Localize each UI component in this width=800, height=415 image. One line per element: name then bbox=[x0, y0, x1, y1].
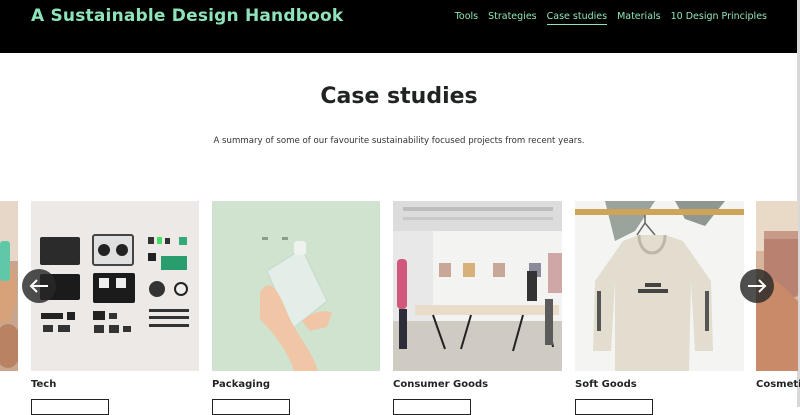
case-label-packaging: Packaging bbox=[212, 379, 270, 390]
case-label-soft-goods: Soft Goods bbox=[575, 379, 637, 390]
nav-design-principles[interactable]: 10 Design Principles bbox=[671, 11, 767, 25]
case-image-previous bbox=[0, 201, 18, 371]
carousel-prev-button[interactable] bbox=[22, 269, 56, 303]
case-button-tech[interactable] bbox=[31, 399, 109, 415]
case-label-cosmetic: Cosmetic bbox=[756, 379, 800, 390]
main-nav: Tools Strategies Case studies Materials … bbox=[455, 11, 767, 25]
case-button-soft-goods[interactable] bbox=[575, 399, 653, 415]
case-label-consumer-goods: Consumer Goods bbox=[393, 379, 489, 390]
page-summary: A summary of some of our favourite susta… bbox=[213, 136, 585, 146]
page-title: Case studies bbox=[320, 84, 478, 109]
case-image-packaging bbox=[212, 201, 380, 371]
case-button-packaging[interactable] bbox=[212, 399, 290, 415]
nav-tools[interactable]: Tools bbox=[455, 11, 478, 25]
nav-materials[interactable]: Materials bbox=[617, 11, 661, 25]
case-image-consumer-goods bbox=[393, 201, 562, 371]
arrow-right-icon bbox=[748, 279, 767, 293]
nav-case-studies[interactable]: Case studies bbox=[546, 11, 608, 25]
case-label-tech: Tech bbox=[31, 379, 57, 390]
site-title[interactable]: A Sustainable Design Handbook bbox=[31, 6, 343, 26]
site-header: A Sustainable Design Handbook Tools Stra… bbox=[0, 0, 800, 53]
nav-strategies[interactable]: Strategies bbox=[488, 11, 537, 25]
case-image-soft-goods bbox=[575, 201, 744, 371]
case-button-consumer-goods[interactable] bbox=[393, 399, 471, 415]
case-image-tech bbox=[31, 201, 199, 371]
arrow-left-icon bbox=[29, 279, 48, 293]
carousel-next-button[interactable] bbox=[740, 269, 774, 303]
